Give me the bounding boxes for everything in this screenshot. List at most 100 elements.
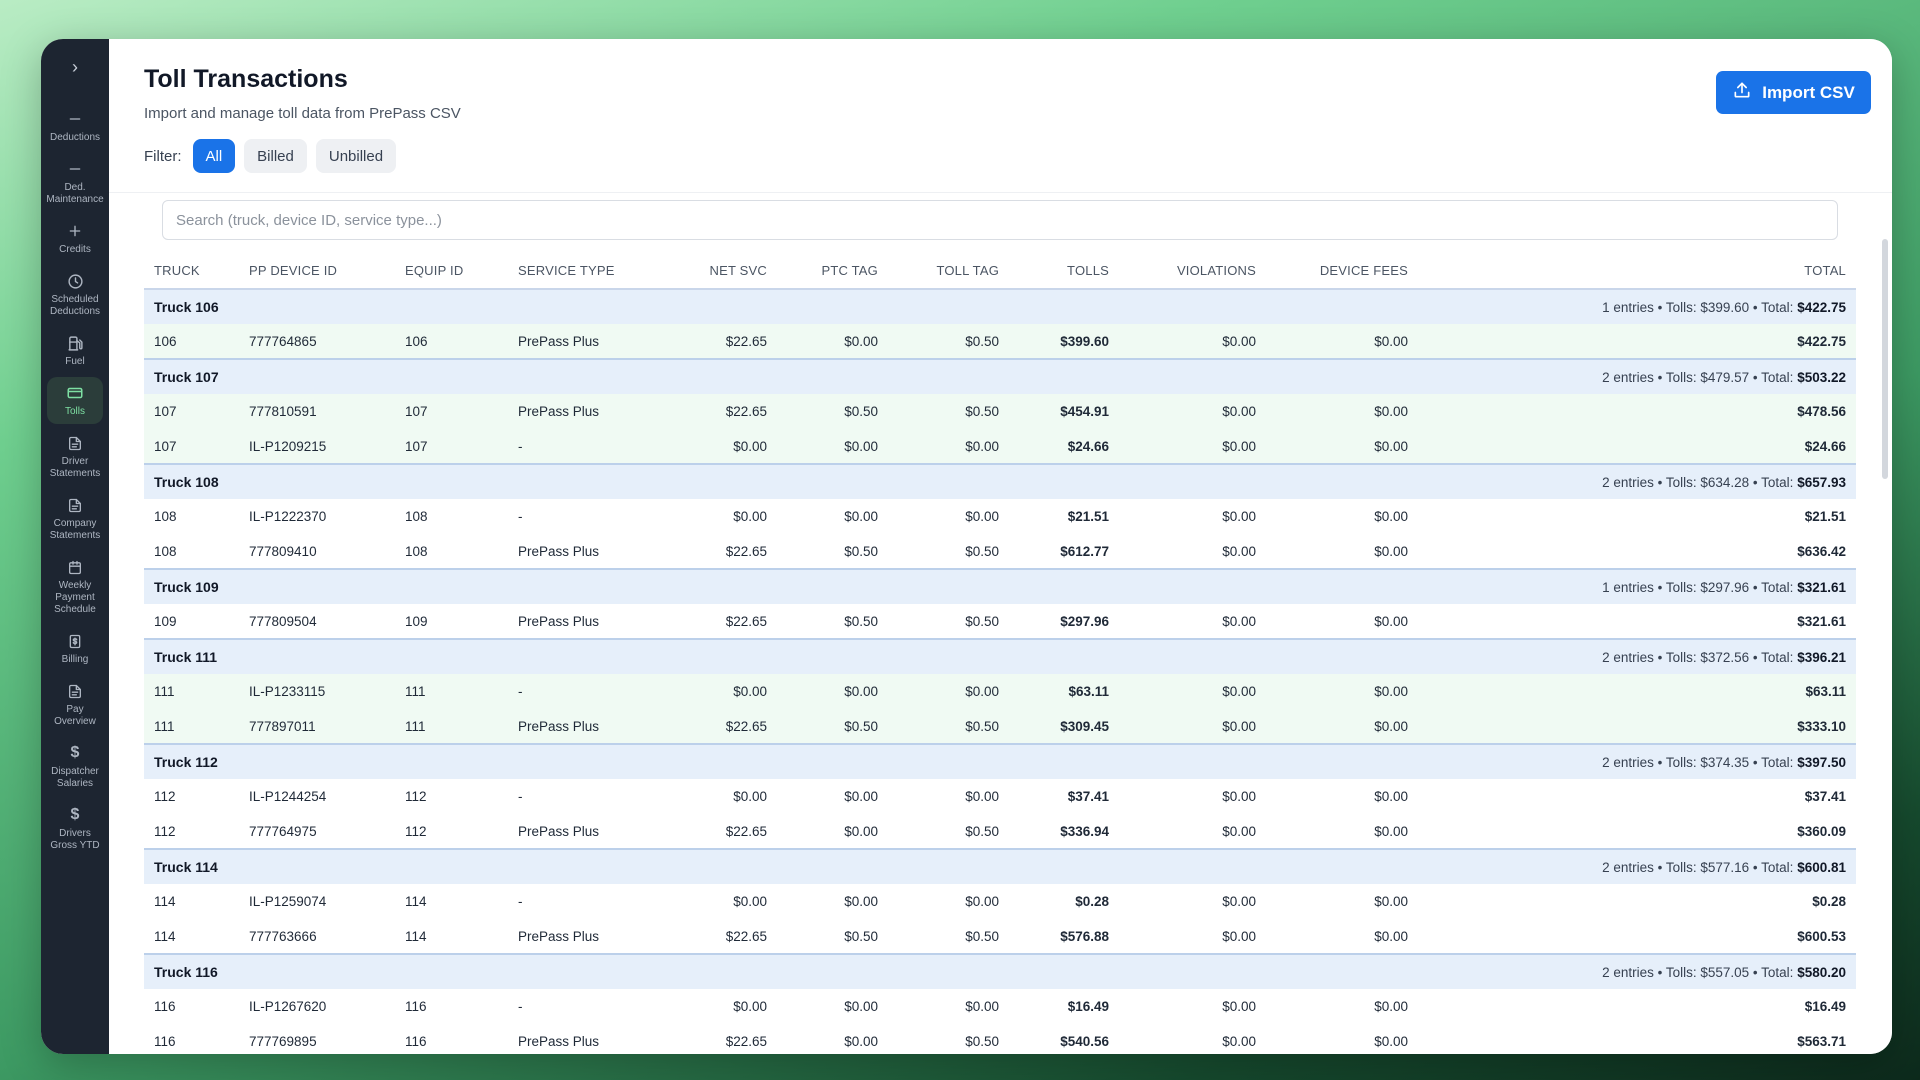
cell-service-type: PrePass Plus bbox=[508, 1024, 658, 1054]
cell-violations: $0.00 bbox=[1119, 709, 1266, 744]
group-name-cell: Truck 109 bbox=[144, 568, 658, 604]
calendar-icon bbox=[67, 557, 83, 577]
fuel-icon bbox=[67, 333, 84, 353]
cell-net-svc: $0.00 bbox=[658, 779, 777, 814]
col-ptc-tag[interactable]: PTC TAG bbox=[777, 253, 888, 290]
filter-billed-button[interactable]: Billed bbox=[244, 139, 307, 173]
group-name: Truck 116 bbox=[154, 964, 218, 980]
table-row[interactable]: 108 777809410 108 PrePass Plus $22.65 $0.50 $0… bbox=[144, 534, 1856, 569]
group-name-cell: Truck 114 bbox=[144, 848, 658, 884]
app-window: › Deductions Ded. Maintenance Credits Sched… bbox=[41, 39, 1892, 1054]
cell-total: $21.51 bbox=[1418, 499, 1856, 534]
sidebar-item-ded-maintenance[interactable]: Ded. Maintenance bbox=[46, 153, 104, 212]
table-row[interactable]: 116 777769895 116 PrePass Plus $22.65 $0.00 $0… bbox=[144, 1024, 1856, 1054]
import-csv-button[interactable]: Import CSV bbox=[1716, 71, 1871, 114]
sidebar-item-label: Deductions bbox=[49, 132, 101, 143]
table-row[interactable]: 111 777897011 111 PrePass Plus $22.65 $0.50 $0… bbox=[144, 709, 1856, 744]
cell-toll-tag: $0.50 bbox=[888, 534, 1009, 569]
sidebar-item-pay-overview[interactable]: Pay Overview bbox=[47, 675, 103, 734]
cell-device-fees: $0.00 bbox=[1266, 394, 1418, 429]
cell-total: $422.75 bbox=[1418, 324, 1856, 359]
filter-unbilled-button[interactable]: Unbilled bbox=[315, 139, 397, 173]
cell-net-svc: $0.00 bbox=[658, 989, 777, 1024]
table-row[interactable]: 108 IL-P1222370 108- $0.00 $0.00 $0.00 $21.51 $… bbox=[144, 499, 1856, 534]
col-toll-tag[interactable]: TOLL TAG bbox=[888, 253, 1009, 290]
table-row[interactable]: 112 IL-P1244254 112- $0.00 $0.00 $0.00 $37.41 $… bbox=[144, 779, 1856, 814]
cell-toll-tag: $0.50 bbox=[888, 604, 1009, 639]
col-pp-device-id[interactable]: PP DEVICE ID bbox=[239, 253, 395, 290]
truck-group-header[interactable]: Truck 114 2 entries • Tolls: $577.16 • To… bbox=[144, 848, 1856, 884]
plus-icon bbox=[67, 221, 83, 241]
group-total: $580.20 bbox=[1797, 964, 1846, 980]
cell-total: $321.61 bbox=[1418, 604, 1856, 639]
table-row[interactable]: 112 777764975 112 PrePass Plus $22.65 $0.00 $0… bbox=[144, 814, 1856, 849]
sidebar-items: Deductions Ded. Maintenance Credits Schedul… bbox=[46, 103, 104, 861]
truck-group-header[interactable]: Truck 109 1 entries • Tolls: $297.96 • To… bbox=[144, 568, 1856, 604]
search-input[interactable] bbox=[162, 200, 1838, 240]
cell-violations: $0.00 bbox=[1119, 534, 1266, 569]
cell-ptc-tag: $0.00 bbox=[777, 429, 888, 464]
group-total: $422.75 bbox=[1797, 299, 1846, 315]
cell-service-type: PrePass Plus bbox=[508, 709, 658, 744]
cell-device-fees: $0.00 bbox=[1266, 324, 1418, 359]
cell-tolls: $37.41 bbox=[1009, 779, 1119, 814]
sidebar-item-company-statements[interactable]: Company Statements bbox=[47, 489, 103, 548]
col-service-type[interactable]: SERVICE TYPE bbox=[508, 253, 658, 290]
sidebar-item-deductions[interactable]: Deductions bbox=[47, 103, 103, 150]
cell-device-id: IL-P1267620 bbox=[239, 989, 395, 1024]
table-row[interactable]: 109 777809504 109 PrePass Plus $22.65 $0.50 $0… bbox=[144, 604, 1856, 639]
transactions-panel: TRUCK PP DEVICE ID EQUIP ID SERVICE TYPE… bbox=[144, 193, 1856, 1054]
table-row[interactable]: 107 IL-P1209215 107- $0.00 $0.00 $0.00 $24.66 $… bbox=[144, 429, 1856, 464]
cell-toll-tag: $0.00 bbox=[888, 779, 1009, 814]
sidebar-item-drivers-gross-ytd[interactable]: $ Drivers Gross YTD bbox=[47, 799, 103, 858]
sidebar-item-label: Tolls bbox=[64, 406, 85, 417]
table-row[interactable]: 116 IL-P1267620 116- $0.00 $0.00 $0.00 $16.49 $… bbox=[144, 989, 1856, 1024]
truck-group-header[interactable]: Truck 111 2 entries • Tolls: $372.56 • To… bbox=[144, 638, 1856, 674]
table-row[interactable]: 114 IL-P1259074 114- $0.00 $0.00 $0.00 $0.28 $0… bbox=[144, 884, 1856, 919]
cell-total: $333.10 bbox=[1418, 709, 1856, 744]
cell-violations: $0.00 bbox=[1119, 499, 1266, 534]
sidebar-item-credits[interactable]: Credits bbox=[47, 215, 103, 262]
cell-truck: 114 bbox=[144, 884, 239, 919]
group-summary-text: 2 entries • Tolls: $577.16 • Total: bbox=[1602, 859, 1798, 875]
col-tolls[interactable]: TOLLS bbox=[1009, 253, 1119, 290]
table-row[interactable]: 107 777810591 107 PrePass Plus $22.65 $0.50 $0… bbox=[144, 394, 1856, 429]
sidebar-item-billing[interactable]: Billing bbox=[47, 625, 103, 672]
cell-total: $360.09 bbox=[1418, 814, 1856, 849]
vertical-scrollbar[interactable] bbox=[1882, 239, 1888, 479]
sidebar-item-weekly-payment-schedule[interactable]: Weekly Payment Schedule bbox=[47, 551, 103, 622]
sidebar-toggle-button[interactable]: › bbox=[55, 53, 95, 81]
table-row[interactable]: 114 777763666 114 PrePass Plus $22.65 $0.50 $0… bbox=[144, 919, 1856, 954]
table-row[interactable]: 106 777764865 106 PrePass Plus $22.65 $0.00 $0… bbox=[144, 324, 1856, 359]
sidebar-item-driver-statements[interactable]: Driver Statements bbox=[47, 427, 103, 486]
col-equip-id[interactable]: EQUIP ID bbox=[395, 253, 508, 290]
document-icon bbox=[67, 495, 83, 515]
sidebar-item-scheduled-deductions[interactable]: Scheduled Deductions bbox=[47, 265, 103, 324]
sidebar-item-dispatcher-salaries[interactable]: $ Dispatcher Salaries bbox=[47, 737, 103, 796]
minus-icon bbox=[67, 159, 83, 179]
col-truck[interactable]: TRUCK bbox=[144, 253, 239, 290]
truck-group-header[interactable]: Truck 106 1 entries • Tolls: $399.60 • To… bbox=[144, 288, 1856, 324]
truck-group-header[interactable]: Truck 107 2 entries • Tolls: $479.57 • To… bbox=[144, 358, 1856, 394]
cell-truck: 111 bbox=[144, 674, 239, 709]
sidebar-item-tolls[interactable]: Tolls bbox=[47, 377, 103, 424]
col-violations[interactable]: VIOLATIONS bbox=[1119, 253, 1266, 290]
cell-tolls: $297.96 bbox=[1009, 604, 1119, 639]
cell-truck: 111 bbox=[144, 709, 239, 744]
sidebar: › Deductions Ded. Maintenance Credits Sched… bbox=[41, 39, 109, 1054]
cell-toll-tag: $0.00 bbox=[888, 499, 1009, 534]
group-summary: 2 entries • Tolls: $557.05 • Total: $580… bbox=[658, 953, 1856, 989]
cell-equip-id: 111 bbox=[395, 674, 508, 709]
table-row[interactable]: 111 IL-P1233115 111- $0.00 $0.00 $0.00 $63.11 $… bbox=[144, 674, 1856, 709]
col-net-svc[interactable]: NET SVC bbox=[658, 253, 777, 290]
truck-group-header[interactable]: Truck 116 2 entries • Tolls: $557.05 • To… bbox=[144, 953, 1856, 989]
truck-group-header[interactable]: Truck 112 2 entries • Tolls: $374.35 • To… bbox=[144, 743, 1856, 779]
sidebar-item-fuel[interactable]: Fuel bbox=[47, 327, 103, 374]
filter-all-button[interactable]: All bbox=[192, 139, 236, 173]
cell-device-id: 777809504 bbox=[239, 604, 395, 639]
col-total[interactable]: TOTAL bbox=[1418, 253, 1856, 290]
group-summary-text: 1 entries • Tolls: $297.96 • Total: bbox=[1602, 579, 1798, 595]
cell-violations: $0.00 bbox=[1119, 884, 1266, 919]
col-device-fees[interactable]: DEVICE FEES bbox=[1266, 253, 1418, 290]
truck-group-header[interactable]: Truck 108 2 entries • Tolls: $634.28 • To… bbox=[144, 463, 1856, 499]
